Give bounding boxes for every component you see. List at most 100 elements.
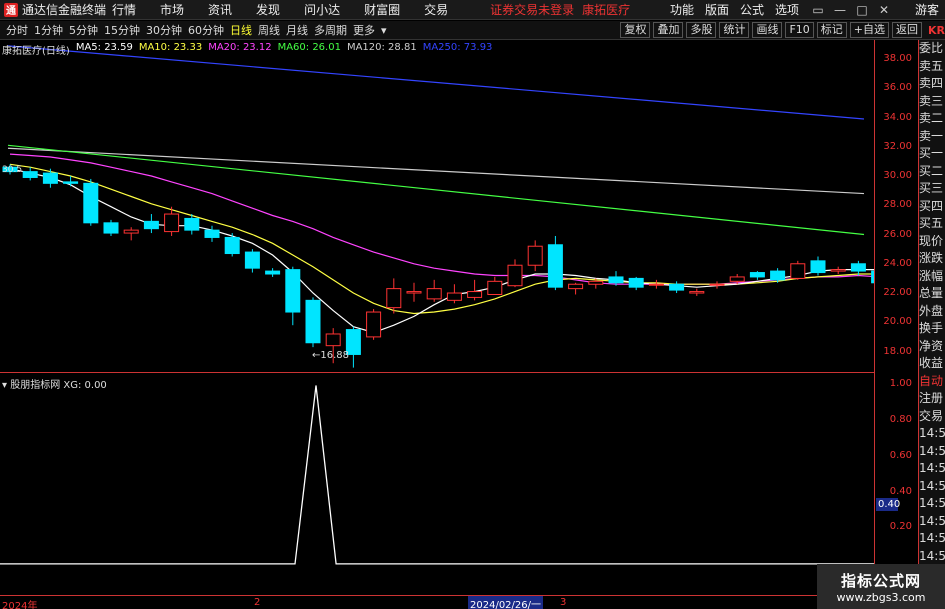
mark-button[interactable]: 标记 [816, 22, 847, 38]
quote-panel-item[interactable]: 买四 [919, 198, 945, 216]
stats-button[interactable]: 统计 [719, 22, 750, 38]
quote-panel-item[interactable]: 14:56 [919, 548, 945, 566]
indicator-legend-text: 股朋指标网 XG: 0.00 [10, 380, 107, 391]
quote-panel-item[interactable]: 换手 [919, 320, 945, 338]
quote-panel-item[interactable]: 14:56 [919, 443, 945, 461]
ma-line-ma20 [9, 153, 874, 285]
menu-news[interactable]: 资讯 [208, 1, 232, 18]
terminal-window: 通 通达信金融终端 行情 市场 资讯 发现 问小达 财富圈 交易 证券交易未登录… [0, 0, 945, 609]
back-button[interactable]: 返回 [892, 22, 922, 38]
quote-panel-item[interactable]: 买五 [919, 215, 945, 233]
period-toolbar: 分时 1分钟 5分钟 15分钟 30分钟 60分钟 日线 周线 月线 多周期 更… [0, 21, 945, 40]
quote-panel-item[interactable]: 收益 [919, 355, 945, 373]
indicator-legend: ▾ 股朋指标网 XG: 0.00 [2, 376, 107, 391]
tab-intraday[interactable]: 分时 [6, 22, 28, 38]
title-bar: 通 通达信金融终端 行情 市场 资讯 发现 问小达 财富圈 交易 证券交易未登录… [0, 0, 945, 20]
quote-panel-item[interactable]: 卖二 [919, 110, 945, 128]
add-watchlist-button[interactable]: +自选 [849, 22, 889, 38]
kr-label[interactable]: KR [928, 24, 945, 37]
tab-30min[interactable]: 30分钟 [146, 22, 182, 38]
menu-trade[interactable]: 交易 [424, 1, 448, 18]
menu-layout[interactable]: 版面 [705, 1, 729, 18]
quote-panel-item[interactable]: 交易 [919, 408, 945, 426]
login-warning[interactable]: 证券交易未登录 [490, 1, 574, 18]
tab-60min[interactable]: 60分钟 [188, 22, 224, 38]
quote-panel-item[interactable]: 14:56 [919, 478, 945, 496]
f10-button[interactable]: F10 [785, 22, 814, 38]
menu-ask[interactable]: 问小达 [304, 1, 340, 18]
tab-1min[interactable]: 1分钟 [34, 22, 63, 38]
quote-panel-item[interactable]: 买三 [919, 180, 945, 198]
quote-panel-item[interactable]: 涨幅 [919, 268, 945, 286]
indicator-svg[interactable] [0, 373, 874, 596]
indicator-tick-label: 0.20 [889, 521, 912, 533]
menu-options[interactable]: 选项 [775, 1, 799, 18]
candle-body [810, 260, 826, 274]
tab-monthly[interactable]: 月线 [286, 22, 308, 38]
quote-panel-item[interactable]: 自动 [919, 373, 945, 391]
quote-panel-item[interactable]: 卖五 [919, 58, 945, 76]
quote-panel-item[interactable]: 卖一 [919, 128, 945, 146]
quote-panel-item[interactable]: 14:56 [919, 495, 945, 513]
minimize-icon[interactable]: — [829, 3, 851, 17]
tab-multi-period[interactable]: 多周期 [314, 22, 347, 38]
menu-function[interactable]: 功能 [670, 1, 694, 18]
quote-panel-item[interactable]: 卖四 [919, 75, 945, 93]
quote-panel-item[interactable]: 14:56 [919, 460, 945, 478]
date-label-mar: 3 [560, 597, 567, 608]
date-label-year: 2024年 [2, 601, 38, 609]
quote-panel-item[interactable]: 14:56 [919, 513, 945, 531]
quote-panel-item[interactable]: 外盘 [919, 303, 945, 321]
tab-more[interactable]: 更多 [353, 22, 375, 38]
menu-discover[interactable]: 发现 [256, 1, 280, 18]
price-tick-label: 20.00 [883, 316, 912, 328]
menu-market[interactable]: 市场 [160, 1, 184, 18]
tab-5min[interactable]: 5分钟 [69, 22, 98, 38]
price-axis: 38.00 36.00 34.00 32.00 30.00 28.00 26.00 24.00… [874, 40, 918, 595]
indicator-chart[interactable]: ▾ 股朋指标网 XG: 0.00 [0, 372, 874, 595]
candle-body [669, 283, 685, 291]
tab-15min[interactable]: 15分钟 [104, 22, 140, 38]
overlay-button[interactable]: 叠加 [653, 22, 684, 38]
kline-chart[interactable]: 康拓医疗(日线) MA5: 23.59 MA10: 23.33 MA20: 23… [0, 40, 874, 372]
chevron-down-icon[interactable]: ▾ [2, 380, 10, 391]
ma-line-ma120 [7, 147, 865, 195]
draw-line-button[interactable]: 画线 [752, 22, 783, 38]
kline-svg[interactable] [0, 40, 874, 372]
tab-weekly[interactable]: 周线 [258, 22, 280, 38]
restore-icon[interactable]: ▭ [807, 3, 829, 17]
indicator-tick-label: 0.80 [889, 414, 912, 426]
quote-panel-item[interactable]: 买一 [919, 145, 945, 163]
quote-panel-item[interactable]: 现价 [919, 233, 945, 251]
menu-formula[interactable]: 公式 [740, 1, 764, 18]
guest-user[interactable]: 游客 [915, 1, 945, 18]
legend-ma10: MA10: 23.33 [138, 42, 203, 53]
candle-body [568, 283, 584, 290]
price-tick-label: 38.00 [883, 53, 912, 64]
tab-daily[interactable]: 日线 [230, 22, 252, 38]
menu-wealth[interactable]: 财富圈 [364, 1, 400, 18]
quote-panel-item[interactable]: 委比 [919, 40, 945, 58]
candle-body [42, 172, 58, 184]
close-icon[interactable]: ✕ [873, 3, 895, 17]
quote-panel-item[interactable]: 总量 [919, 285, 945, 303]
quote-panel-item[interactable]: 14:56 [919, 425, 945, 443]
quote-panel-item[interactable]: 买二 [919, 163, 945, 181]
quote-panel-item[interactable]: 卖三 [919, 93, 945, 111]
maximize-icon[interactable]: □ [851, 3, 873, 17]
quote-panel-item[interactable]: 涨跌 [919, 250, 945, 268]
quote-panel-item[interactable]: 注册 [919, 390, 945, 408]
candle-body [224, 236, 240, 255]
quote-panel-item[interactable]: 14:56 [919, 530, 945, 548]
watermark-title: 指标公式网 [840, 571, 921, 590]
multi-stock-button[interactable]: 多股 [686, 22, 717, 38]
quote-panel-item[interactable]: 净资 [919, 338, 945, 356]
candle-body [608, 276, 624, 284]
price-tick-label: 36.00 [883, 82, 912, 94]
price-tick-label: 34.00 [883, 111, 912, 123]
candle-body [184, 217, 200, 231]
chevron-down-icon[interactable]: ▾ [381, 24, 387, 37]
candle-body [467, 291, 483, 298]
menu-market-quotes[interactable]: 行情 [112, 1, 136, 18]
adjust-button[interactable]: 复权 [620, 22, 651, 38]
